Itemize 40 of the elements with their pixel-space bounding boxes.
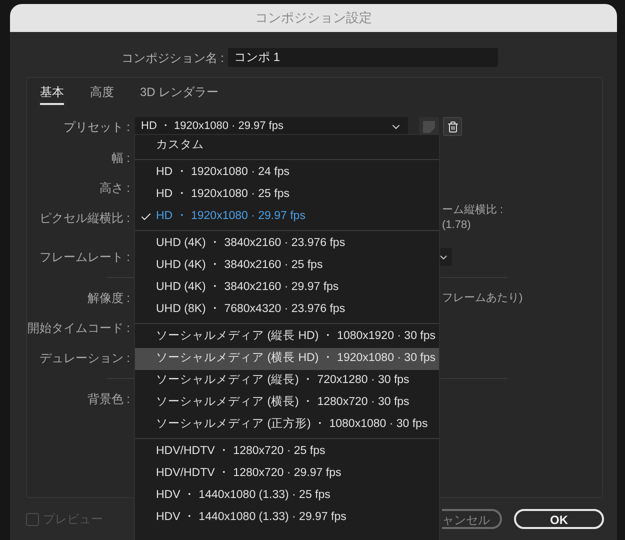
- menu-item[interactable]: UHD (4K) ・ 3840x2160 · 25 fps: [135, 255, 439, 277]
- field-text: フレームあたり): [442, 290, 523, 306]
- cancel-button[interactable]: ャンセル: [442, 509, 502, 529]
- window-title: コンポジション設定: [255, 9, 372, 28]
- delete-button[interactable]: [443, 117, 462, 136]
- field-label: 幅 :: [110, 150, 130, 167]
- menu-item[interactable]: ソーシャルメディア (縦長) ・ 720x1280 · 30 fps: [135, 370, 439, 392]
- field-text: (1.78): [442, 218, 472, 233]
- field-label: 背景色 :: [86, 391, 130, 408]
- menu-item[interactable]: UHD (4K) ・ 3840x2160 · 29.97 fps: [135, 277, 439, 299]
- field-label: コンポジション名 :: [120, 50, 225, 66]
- ok-button[interactable]: OK: [514, 509, 604, 529]
- menu-item[interactable]: ソーシャルメディア (横長) ・ 1280x720 · 30 fps: [135, 392, 439, 414]
- name-field[interactable]: コンポ 1: [228, 48, 498, 67]
- menu-item[interactable]: ソーシャルメディア (横長 HD) ・ 1920x1080 · 30 fps: [135, 348, 439, 370]
- menu-item[interactable]: HDV/HDTV ・ 1280x720 · 29.97 fps: [135, 463, 439, 485]
- trash-icon: [446, 120, 458, 132]
- field-label: フレームレート :: [38, 249, 130, 266]
- menu-item[interactable]: ソーシャルメディア (縦長 HD) ・ 1080x1920 · 30 fps: [135, 326, 439, 348]
- menu-item[interactable]: HDV/HDTV ・ 1280x720 · 25 fps: [135, 441, 439, 463]
- menu-item[interactable]: UHD (4K) ・ 3840x2160 · 23.976 fps: [135, 233, 439, 255]
- field-label: プリセット :: [62, 118, 130, 136]
- field-text: ーム縦横比 :: [442, 203, 504, 218]
- field-label: デュレーション :: [38, 350, 130, 367]
- menu-item[interactable]: HD ・ 1920x1080 · 29.97 fps: [135, 206, 439, 228]
- menu-item[interactable]: HDV ・ 1440x1080 (1.33) · 25 fps: [135, 485, 439, 507]
- field-label: ピクセル縦横比 :: [38, 210, 130, 227]
- menu-item[interactable]: HD ・ 1920x1080 · 25 fps: [135, 184, 439, 206]
- menu-item[interactable]: UHD (8K) ・ 7680x4320 · 23.976 fps: [135, 299, 439, 321]
- field-label: 高さ :: [98, 180, 130, 197]
- menu-item[interactable]: HD ・ 1920x1080 · 24 fps: [135, 162, 439, 184]
- field-label: 解像度 :: [86, 290, 130, 307]
- field-label: 開始タイムコード :: [27, 320, 130, 337]
- tab[interactable]: 高度: [90, 83, 114, 105]
- menu-item[interactable]: HDV ・ 1440x1080 (1.33) · 29.97 fps: [135, 507, 439, 529]
- menu-item[interactable]: カスタム: [135, 135, 439, 157]
- check-icon: [140, 211, 152, 223]
- tab[interactable]: 3D レンダラー: [140, 83, 219, 105]
- menu-item[interactable]: ソーシャルメディア (正方形) ・ 1080x1080 · 30 fps: [135, 414, 439, 436]
- tab[interactable]: 基本: [40, 83, 64, 105]
